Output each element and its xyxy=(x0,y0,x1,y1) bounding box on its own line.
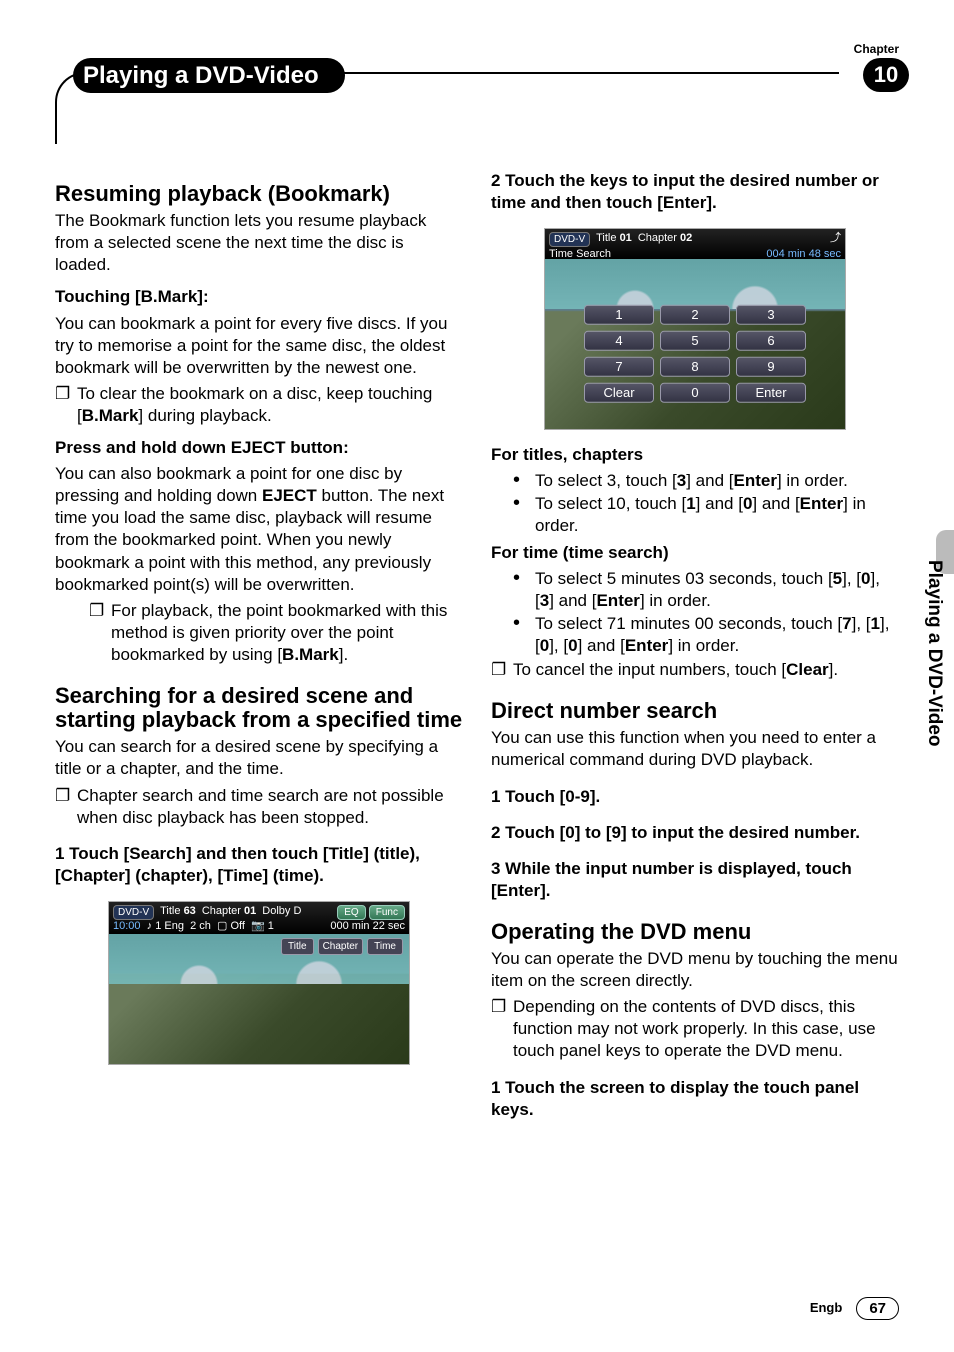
para: You can search for a desired scene by sp… xyxy=(55,736,463,780)
key-7[interactable]: 7 xyxy=(584,357,654,377)
key-6[interactable]: 6 xyxy=(736,331,806,351)
para: You can use this function when you need … xyxy=(491,727,899,771)
title-button[interactable]: Title xyxy=(281,938,314,955)
key-3[interactable]: 3 xyxy=(736,305,806,325)
para: The Bookmark function lets you resume pl… xyxy=(55,210,463,276)
key-0[interactable]: 0 xyxy=(660,383,730,403)
bullet-icon: • xyxy=(513,493,535,537)
page: Chapter 1 0 Playing a DVD-Video Playing a… xyxy=(0,0,954,1352)
box-icon: ❐ xyxy=(89,600,111,666)
lang-label: Engb xyxy=(810,1300,843,1317)
func-button[interactable]: Func xyxy=(369,905,405,920)
number-keypad: 1 2 3 4 5 6 7 8 9 Clear 0 Enter xyxy=(584,305,806,403)
heading-dvd-menu: Operating the DVD menu xyxy=(491,920,899,944)
step-2b: 2 Touch [0] to [9] to input the desired … xyxy=(491,822,899,844)
back-icon[interactable]: ⤴ xyxy=(830,232,841,247)
key-5[interactable]: 5 xyxy=(660,331,730,351)
note-item: ❐ To clear the bookmark on a disc, keep … xyxy=(55,383,463,427)
time-button[interactable]: Time xyxy=(367,938,403,955)
step-1c: 1 Touch the screen to display the touch … xyxy=(491,1077,899,1121)
screenshot-search: DVD-V Title 63 Chapter 01 Dolby D EQ Fun… xyxy=(108,901,410,1065)
box-icon: ❐ xyxy=(55,383,77,427)
note-item: ❐ Chapter search and time search are not… xyxy=(55,785,463,829)
para: You can bookmark a point for every five … xyxy=(55,313,463,379)
note-item: ❐ For playback, the point bookmarked wit… xyxy=(89,600,463,666)
bullet-icon: • xyxy=(513,470,535,492)
chapter-button[interactable]: Chapter xyxy=(318,938,364,955)
key-enter[interactable]: Enter xyxy=(736,383,806,403)
chapter-label: Chapter xyxy=(854,42,899,58)
key-2[interactable]: 2 xyxy=(660,305,730,325)
box-icon: ❐ xyxy=(491,996,513,1062)
box-icon: ❐ xyxy=(491,659,513,681)
right-column: 2 Touch the keys to input the desired nu… xyxy=(491,164,899,1125)
note-item: ❐ Depending on the contents of DVD discs… xyxy=(491,996,899,1062)
para: You can also bookmark a point for one di… xyxy=(55,463,463,596)
heading-bookmark: Resuming playback (Bookmark) xyxy=(55,182,463,206)
step-2: 2 Touch the keys to input the desired nu… xyxy=(491,170,899,214)
heading-direct-number: Direct number search xyxy=(491,699,899,723)
subhead-hold-eject: Press and hold down EJECT button: xyxy=(55,437,463,459)
subhead-time: For time (time search) xyxy=(491,542,899,564)
side-title: Playing a DVD-Video xyxy=(921,560,946,747)
page-number: 67 xyxy=(856,1297,899,1321)
key-1[interactable]: 1 xyxy=(584,305,654,325)
step-1b: 1 Touch [0-9]. xyxy=(491,786,899,808)
left-column: Resuming playback (Bookmark) The Bookmar… xyxy=(55,164,463,1125)
bullet-icon: • xyxy=(513,613,535,657)
footer: Engb 67 xyxy=(810,1297,899,1321)
key-4[interactable]: 4 xyxy=(584,331,654,351)
key-8[interactable]: 8 xyxy=(660,357,730,377)
step-3b: 3 While the input number is displayed, t… xyxy=(491,858,899,902)
key-clear[interactable]: Clear xyxy=(584,383,654,403)
step-1: 1 Touch [Search] and then touch [Title] … xyxy=(55,843,463,887)
page-title: Playing a DVD-Video xyxy=(73,58,345,93)
screenshot-keypad: DVD-V Title 01 Chapter 02 ⤴ Time Search … xyxy=(544,228,846,430)
para: You can operate the DVD menu by touching… xyxy=(491,948,899,992)
note-item: ❐ To cancel the input numbers, touch [Cl… xyxy=(491,659,899,681)
key-9[interactable]: 9 xyxy=(736,357,806,377)
subhead-touch-bmark: Touching [B.Mark]: xyxy=(55,286,463,308)
eq-button[interactable]: EQ xyxy=(337,905,365,920)
box-icon: ❐ xyxy=(55,785,77,829)
title-bar: Playing a DVD-Video xyxy=(55,58,899,94)
bullet-icon: • xyxy=(513,568,535,612)
subhead-titles-chapters: For titles, chapters xyxy=(491,444,899,466)
heading-search-scene: Searching for a desired scene and starti… xyxy=(55,684,463,732)
